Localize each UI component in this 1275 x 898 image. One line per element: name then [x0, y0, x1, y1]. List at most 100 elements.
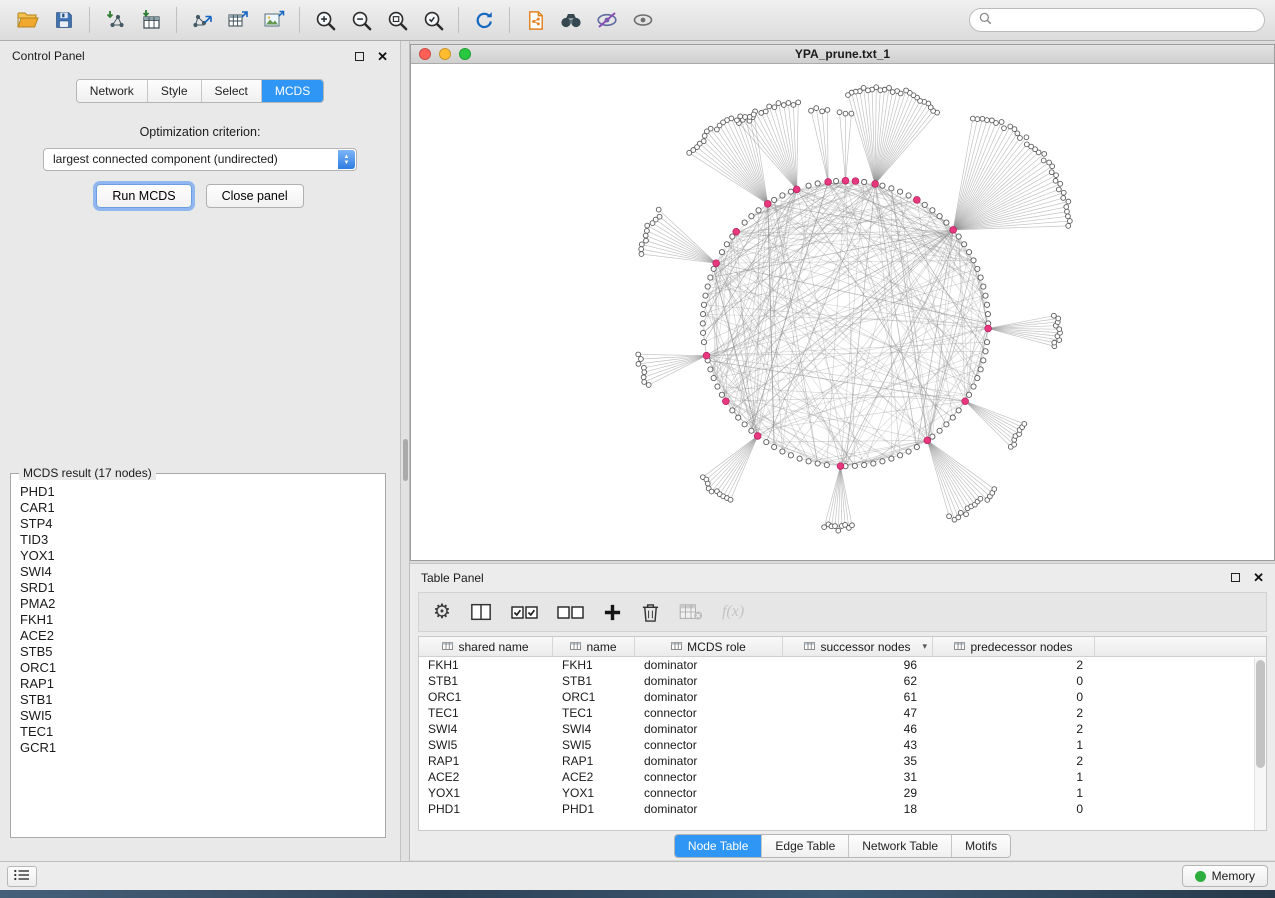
toolbar-button-share-network[interactable] — [517, 4, 553, 36]
table-toolbar-button-delete-selected-rows[interactable] — [641, 602, 660, 623]
column-header-MCDS-role[interactable]: MCDS role — [635, 637, 783, 656]
status-menu-button[interactable] — [7, 866, 37, 887]
result-item[interactable]: STP4 — [20, 516, 383, 532]
column-label: name — [586, 640, 616, 654]
cell-name: FKH1 — [553, 658, 635, 672]
window-minimize-button[interactable] — [439, 48, 451, 60]
table-toolbar-button-table-settings[interactable]: ⚙ — [433, 602, 451, 622]
desktop-background — [0, 890, 1275, 898]
tab-network[interactable]: Network — [77, 80, 148, 102]
result-item[interactable]: FKH1 — [20, 612, 383, 628]
result-item[interactable]: CAR1 — [20, 500, 383, 516]
table-toolbar-button-add-row[interactable] — [603, 603, 622, 622]
main-toolbar-groups — [10, 4, 661, 36]
result-item[interactable]: RAP1 — [20, 676, 383, 692]
delete-table-icon — [679, 603, 703, 621]
table-row[interactable]: TEC1TEC1connector472 — [419, 705, 1266, 721]
network-window-titlebar[interactable]: YPA_prune.txt_1 — [411, 45, 1274, 64]
toolbar-button-import-network[interactable] — [97, 4, 133, 36]
close-table-panel-icon[interactable]: ✕ — [1253, 571, 1264, 584]
column-header-predecessor-nodes[interactable]: predecessor nodes — [933, 637, 1095, 656]
toolbar-button-export-network[interactable] — [184, 4, 220, 36]
select-stepper-icon: ▲▼ — [338, 150, 355, 169]
toolbar-button-import-table[interactable] — [133, 4, 169, 36]
table-toolbar-button-show-columns[interactable] — [470, 602, 492, 622]
table-row[interactable]: PHD1PHD1dominator180 — [419, 801, 1266, 817]
window-close-button[interactable] — [419, 48, 431, 60]
criterion-select[interactable]: largest connected component (undirected)… — [43, 148, 357, 171]
sort-menu-icon[interactable]: ▾ — [922, 641, 927, 652]
toolbar-button-open-session[interactable] — [10, 4, 46, 36]
result-item[interactable]: SRD1 — [20, 580, 383, 596]
table-row[interactable]: YOX1YOX1connector291 — [419, 785, 1266, 801]
table-row[interactable]: ACE2ACE2connector311 — [419, 769, 1266, 785]
result-item[interactable]: STB5 — [20, 644, 383, 660]
result-item[interactable]: SWI4 — [20, 564, 383, 580]
column-header-shared-name[interactable]: shared name — [419, 637, 553, 656]
toolbar-button-refresh-layout[interactable] — [466, 4, 502, 36]
tab-select[interactable]: Select — [202, 80, 262, 102]
result-item[interactable]: ORC1 — [20, 660, 383, 676]
toolbar-button-zoom-in[interactable] — [307, 4, 343, 36]
deselect-all-rows-icon — [557, 603, 584, 621]
network-svg[interactable] — [411, 64, 1274, 560]
toolbar-button-save-session[interactable] — [46, 4, 82, 36]
result-item[interactable]: GCR1 — [20, 740, 383, 756]
table-row[interactable]: FKH1FKH1dominator962 — [419, 657, 1266, 673]
window-zoom-button[interactable] — [459, 48, 471, 60]
toolbar-button-zoom-selected[interactable] — [415, 4, 451, 36]
table-scrollbar[interactable] — [1254, 658, 1266, 830]
search-box[interactable] — [969, 8, 1265, 32]
result-item[interactable]: PMA2 — [20, 596, 383, 612]
node-table: shared name name MCDS rolesuccessor nodes▾… — [418, 636, 1267, 831]
toolbar-button-hide-graphics[interactable] — [589, 4, 625, 36]
result-item[interactable]: YOX1 — [20, 548, 383, 564]
float-panel-icon[interactable] — [355, 52, 364, 61]
cell-MCDS-role: connector — [635, 786, 783, 800]
column-header-name[interactable]: name — [553, 637, 635, 656]
table-tab-motifs[interactable]: Motifs — [952, 835, 1010, 857]
toolbar-button-zoom-out[interactable] — [343, 4, 379, 36]
toolbar-button-zoom-fit[interactable] — [379, 4, 415, 36]
result-item[interactable]: TID3 — [20, 532, 383, 548]
cell-MCDS-role: dominator — [635, 674, 783, 688]
tab-style[interactable]: Style — [148, 80, 202, 102]
memory-button[interactable]: Memory — [1182, 865, 1268, 887]
table-toolbar-button-deselect-all-rows[interactable] — [557, 603, 584, 621]
attribute-icon — [954, 640, 965, 654]
table-scrollbar-thumb[interactable] — [1256, 660, 1265, 768]
column-header-successor-nodes[interactable]: successor nodes▾ — [783, 637, 933, 656]
toolbar-button-search-binoculars[interactable] — [553, 4, 589, 36]
search-input[interactable] — [998, 13, 1255, 27]
result-item[interactable]: ACE2 — [20, 628, 383, 644]
search-binoculars-icon — [559, 8, 583, 32]
table-row[interactable]: SWI4SWI4dominator462 — [419, 721, 1266, 737]
attribute-icon — [671, 640, 682, 654]
cell-shared-name: FKH1 — [419, 658, 553, 672]
toolbar-button-export-image[interactable] — [256, 4, 292, 36]
table-tab-node-table[interactable]: Node Table — [675, 835, 763, 857]
status-bar: Memory — [0, 861, 1275, 890]
table-toolbar-button-select-all-rows[interactable] — [511, 603, 538, 621]
tab-mcds[interactable]: MCDS — [262, 80, 323, 102]
table-row[interactable]: STB1STB1dominator620 — [419, 673, 1266, 689]
close-panel-icon[interactable]: ✕ — [377, 50, 388, 63]
toolbar-button-export-table[interactable] — [220, 4, 256, 36]
result-item[interactable]: PHD1 — [20, 484, 383, 500]
cell-name: YOX1 — [553, 786, 635, 800]
float-table-panel-icon[interactable] — [1231, 573, 1240, 582]
splitter-scrollbar-thumb[interactable] — [403, 439, 408, 481]
table-row[interactable]: RAP1RAP1dominator352 — [419, 753, 1266, 769]
table-toolbar-button-delete-table — [679, 603, 703, 621]
result-item[interactable]: SWI5 — [20, 708, 383, 724]
panel-splitter[interactable] — [401, 41, 410, 861]
toolbar-button-show-graphics[interactable] — [625, 4, 661, 36]
close-panel-button[interactable]: Close panel — [206, 184, 304, 208]
result-item[interactable]: STB1 — [20, 692, 383, 708]
table-row[interactable]: SWI5SWI5connector431 — [419, 737, 1266, 753]
table-tab-edge-table[interactable]: Edge Table — [762, 835, 849, 857]
result-item[interactable]: TEC1 — [20, 724, 383, 740]
table-row[interactable]: ORC1ORC1dominator610 — [419, 689, 1266, 705]
run-mcds-button[interactable]: Run MCDS — [96, 184, 191, 208]
table-tab-network-table[interactable]: Network Table — [849, 835, 952, 857]
